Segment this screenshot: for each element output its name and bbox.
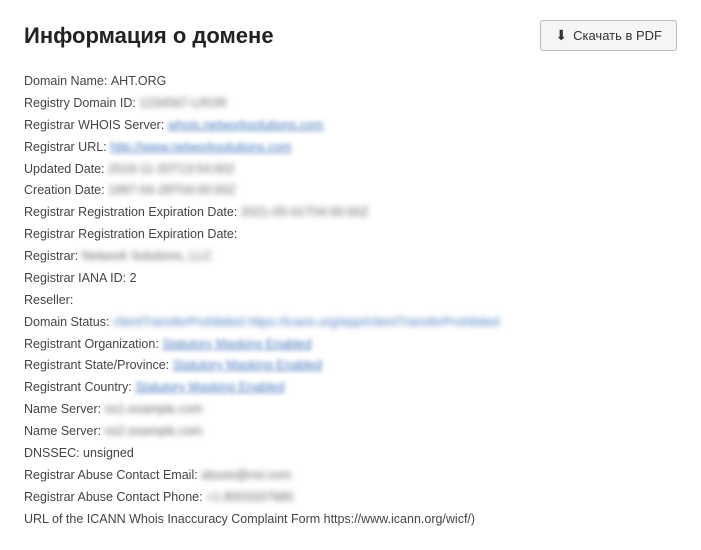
field-value: АНТ.ORG: [111, 71, 167, 93]
field-value: 2021-05-01T04:00:00Z: [241, 202, 369, 224]
field-row: DNSSEC: unsigned: [24, 443, 677, 465]
field-label: Domain Name:: [24, 71, 111, 93]
field-row: Registrar IANA ID: 2: [24, 268, 677, 290]
page-title: Информация о домене: [24, 23, 274, 49]
field-row: Registrar URL: http://www.networksolutio…: [24, 137, 677, 159]
field-row: Domain Status: clientTransferProhibited …: [24, 312, 677, 334]
field-label: Registrar Registration Expiration Date:: [24, 202, 241, 224]
field-label: Registrant State/Province:: [24, 355, 173, 377]
field-value: ns1.example.com: [105, 399, 203, 421]
download-pdf-button[interactable]: ⬇ Скачать в PDF: [540, 20, 677, 51]
field-value: 2: [130, 268, 137, 290]
download-icon: ⬇: [555, 27, 567, 44]
field-row: Reseller:: [24, 290, 677, 312]
field-row: Name Server: ns1.example.com: [24, 399, 677, 421]
field-value: whois.networksolutions.com: [168, 115, 324, 137]
field-label: Reseller:: [24, 290, 77, 312]
field-value: 2019-11-20T13:54:002: [108, 159, 234, 181]
field-value: 1234567-LROR: [139, 93, 227, 115]
field-row: Registry Domain ID: 1234567-LROR: [24, 93, 677, 115]
field-label: Registry Domain ID:: [24, 93, 139, 115]
field-row: URL of the ICANN Whois Inaccuracy Compla…: [24, 509, 677, 531]
field-label: Domain Status:: [24, 312, 113, 334]
field-value: ns2.example.com: [105, 421, 203, 443]
field-label: Registrar Registration Expiration Date:: [24, 224, 241, 246]
page-header: Информация о домене ⬇ Скачать в PDF: [24, 20, 677, 51]
field-row: Registrar Registration Expiration Date:: [24, 224, 677, 246]
field-value: Statutory Masking Enabled: [135, 377, 284, 399]
field-label: Registrar Abuse Contact Phone:: [24, 487, 206, 509]
field-label: DNSSEC:: [24, 443, 83, 465]
field-row: Registrant State/Province: Statutory Mas…: [24, 355, 677, 377]
field-row: Name Server: ns2.example.com: [24, 421, 677, 443]
field-value: Statutory Masking Enabled: [162, 334, 311, 356]
field-label: Name Server:: [24, 399, 105, 421]
field-row: Registrar: Network Solutions, LLC: [24, 246, 677, 268]
field-value: +1.8003337680: [206, 487, 293, 509]
field-value: abuse@nsi.com: [201, 465, 291, 487]
field-label: Registrant Organization:: [24, 334, 162, 356]
field-row: Domain Name: АНТ.ORG: [24, 71, 677, 93]
download-label: Скачать в PDF: [573, 28, 662, 43]
field-row: Registrant Organization: Statutory Maski…: [24, 334, 677, 356]
field-label: Registrant Country:: [24, 377, 135, 399]
field-label: Name Server:: [24, 421, 105, 443]
field-value: http://www.networksolutions.com: [110, 137, 291, 159]
domain-info-block: Domain Name: АНТ.ORGRegistry Domain ID: …: [24, 71, 677, 530]
field-row: Registrar WHOIS Server: whois.networksol…: [24, 115, 677, 137]
field-label: URL of the ICANN Whois Inaccuracy Compla…: [24, 509, 475, 531]
field-row: Registrant Country: Statutory Masking En…: [24, 377, 677, 399]
field-row: Registrar Abuse Contact Phone: +1.800333…: [24, 487, 677, 509]
field-row: Creation Date: 1997-04-28T04:00:00Z: [24, 180, 677, 202]
field-label: Updated Date:: [24, 159, 108, 181]
field-label: Registrar IANA ID:: [24, 268, 130, 290]
field-row: Registrar Abuse Contact Email: abuse@nsi…: [24, 465, 677, 487]
field-label: Registrar URL:: [24, 137, 110, 159]
field-value: 1997-04-28T04:00:00Z: [108, 180, 236, 202]
field-value: unsigned: [83, 443, 134, 465]
field-label: Creation Date:: [24, 180, 108, 202]
field-label: Registrar Abuse Contact Email:: [24, 465, 201, 487]
field-row: Updated Date: 2019-11-20T13:54:002: [24, 159, 677, 181]
field-label: Registrar:: [24, 246, 82, 268]
field-value: Statutory Masking Enabled: [173, 355, 322, 377]
field-label: Registrar WHOIS Server:: [24, 115, 168, 137]
field-value: Network Solutions, LLC: [82, 246, 213, 268]
field-value: clientTransferProhibited https://icann.o…: [113, 312, 500, 334]
field-row: Registrar Registration Expiration Date: …: [24, 202, 677, 224]
